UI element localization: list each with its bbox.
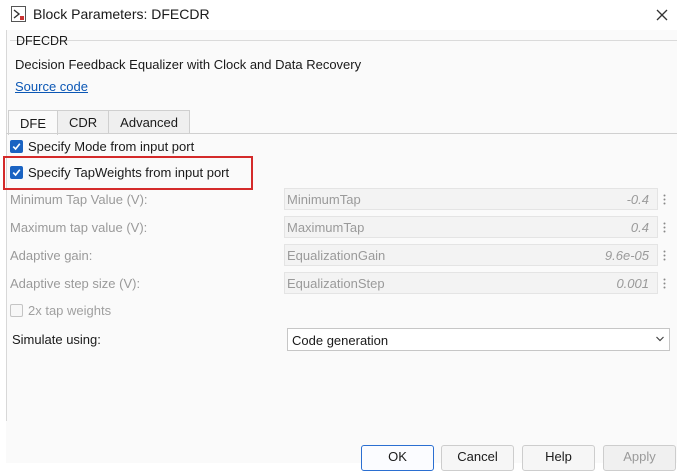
max-tap-field: MaximumTap 0.4: [284, 216, 658, 238]
kebab-menu-icon: [663, 194, 665, 204]
chevron-down-icon: [656, 336, 664, 342]
adaptive-gain-field: EqualizationGain 9.6e-05: [284, 244, 658, 266]
tab-dfe[interactable]: DFE: [8, 110, 58, 135]
tab-advanced[interactable]: Advanced: [108, 110, 190, 134]
block-description: Decision Feedback Equalizer with Clock a…: [15, 57, 362, 72]
window-title: Block Parameters: DFECDR: [33, 6, 210, 22]
tapweights-from-port-checkbox[interactable]: [10, 166, 23, 179]
block-params-icon: [11, 6, 26, 22]
kebab-menu-icon: [663, 250, 665, 260]
tapweights-from-port-label: Specify TapWeights from input port: [28, 165, 230, 180]
max-tap-name: MaximumTap: [287, 220, 365, 235]
adaptive-step-label: Adaptive step size (V):: [10, 276, 141, 291]
adaptive-gain-label: Adaptive gain:: [10, 248, 93, 263]
tab-cdr[interactable]: CDR: [57, 110, 110, 134]
adaptive-step-value: 0.001: [616, 276, 649, 291]
mode-from-port-checkbox-row[interactable]: Specify Mode from input port: [10, 139, 194, 154]
checkmark-icon: [12, 169, 21, 177]
simulate-using-dropdown[interactable]: Code generation: [287, 328, 670, 351]
min-tap-value: -0.4: [626, 192, 649, 207]
adaptive-step-name: EqualizationStep: [287, 276, 385, 291]
max-tap-options-button[interactable]: [658, 216, 670, 238]
cancel-button[interactable]: Cancel: [441, 445, 514, 471]
ok-button[interactable]: OK: [361, 445, 434, 471]
title-bar: Block Parameters: DFECDR: [0, 0, 677, 30]
tab-bar: DFE CDR Advanced: [8, 110, 190, 135]
checkmark-icon: [12, 143, 21, 151]
two-x-tap-checkbox-row: 2x tap weights: [10, 303, 111, 318]
kebab-menu-icon: [663, 278, 665, 288]
min-tap-label: Minimum Tap Value (V):: [10, 192, 148, 207]
two-x-tap-label: 2x tap weights: [28, 303, 112, 318]
block-name-heading: DFECDR: [16, 34, 69, 48]
close-button[interactable]: [647, 0, 677, 30]
close-icon: [656, 9, 668, 21]
kebab-menu-icon: [663, 222, 665, 232]
help-button[interactable]: Help: [522, 445, 595, 471]
mode-from-port-checkbox[interactable]: [10, 140, 23, 153]
max-tap-value: 0.4: [630, 220, 649, 235]
adaptive-gain-options-button[interactable]: [658, 244, 670, 266]
min-tap-name: MinimumTap: [287, 192, 361, 207]
simulate-using-value: Code generation: [292, 333, 389, 348]
adaptive-step-field: EqualizationStep 0.001: [284, 272, 658, 294]
apply-button: Apply: [603, 445, 676, 471]
mode-from-port-label: Specify Mode from input port: [28, 139, 195, 154]
min-tap-field: MinimumTap -0.4: [284, 188, 658, 210]
adaptive-gain-name: EqualizationGain: [287, 248, 386, 263]
adaptive-step-options-button[interactable]: [658, 272, 670, 294]
two-x-tap-checkbox: [10, 304, 23, 317]
adaptive-gain-value: 9.6e-05: [604, 248, 649, 263]
source-code-link[interactable]: Source code: [15, 79, 88, 94]
tapweights-from-port-checkbox-row[interactable]: Specify TapWeights from input port: [10, 165, 229, 180]
simulate-using-label: Simulate using:: [12, 332, 101, 347]
min-tap-options-button[interactable]: [658, 188, 670, 210]
max-tap-label: Maximum tap value (V):: [10, 220, 148, 235]
